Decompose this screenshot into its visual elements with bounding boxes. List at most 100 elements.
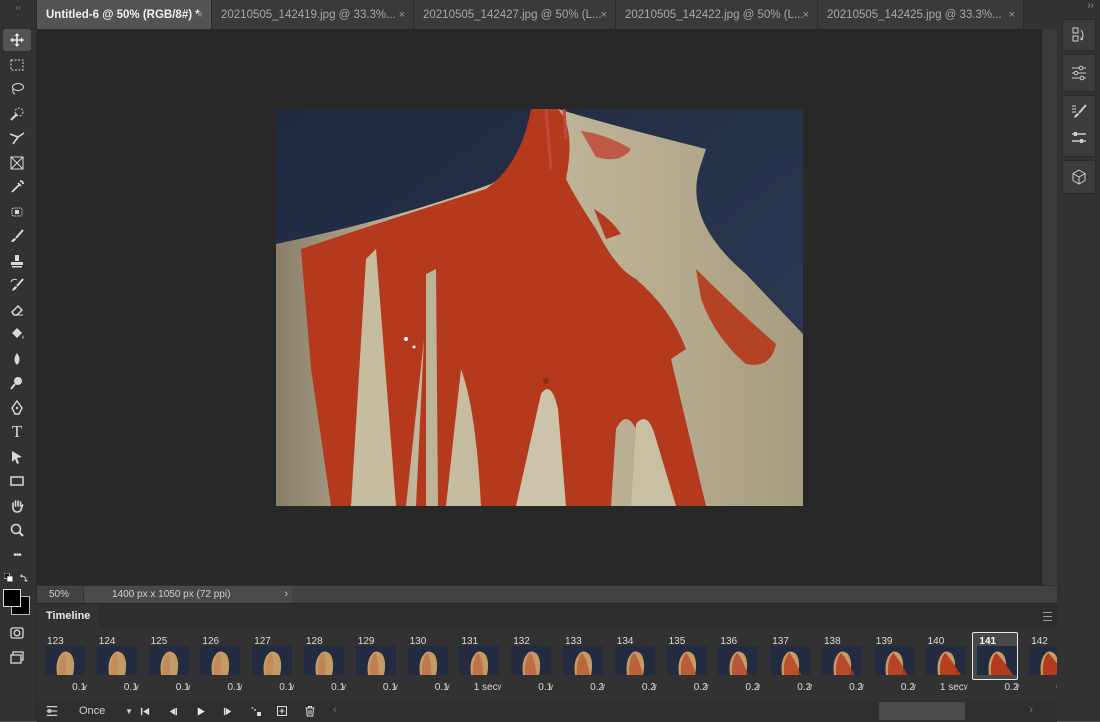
- frame-delay-select[interactable]: 0.2: [662, 682, 708, 693]
- timeline-frame[interactable]: 123 0.1 ∨: [40, 632, 92, 698]
- frame-delay-select[interactable]: 0.2: [1024, 682, 1057, 693]
- edit-toolbar-button[interactable]: •••: [3, 544, 31, 566]
- collapse-toolbar-button[interactable]: ‹‹: [0, 3, 36, 13]
- crop-tool-button[interactable]: [3, 127, 31, 149]
- frame-delay-select[interactable]: 0.2: [713, 682, 759, 693]
- document-image[interactable]: [276, 109, 803, 506]
- loop-options-select[interactable]: Once ▼: [79, 703, 133, 719]
- timeline-tab[interactable]: Timeline: [37, 604, 100, 628]
- swap-colors-icon[interactable]: [19, 573, 29, 583]
- frame-delay-select[interactable]: 0.1: [403, 682, 449, 693]
- close-tab-icon[interactable]: ×: [399, 9, 405, 21]
- foreground-color-swatch[interactable]: [3, 589, 21, 607]
- timeline-frame[interactable]: 138 0.2 ∨: [817, 632, 869, 698]
- frame-delay-select[interactable]: 0.2: [972, 682, 1018, 693]
- timeline-frame[interactable]: 132 0.1 ∨: [506, 632, 558, 698]
- timeline-frame[interactable]: 128 0.1 ∨: [299, 632, 351, 698]
- timeline-frame[interactable]: 127 0.1 ∨: [247, 632, 299, 698]
- default-colors-icon[interactable]: [4, 573, 13, 582]
- previous-frame-button[interactable]: [164, 703, 180, 719]
- timeline-frame[interactable]: 1420.2∨: [1024, 632, 1057, 698]
- first-frame-button[interactable]: [137, 703, 153, 719]
- expand-panels-button[interactable]: ››: [1087, 0, 1094, 11]
- type-tool-button[interactable]: T: [3, 421, 31, 443]
- frame-delay-select[interactable]: 0.1: [351, 682, 397, 693]
- frame-delay-select[interactable]: 0.2: [558, 682, 604, 693]
- frame-delay-select[interactable]: 0.2: [765, 682, 811, 693]
- canvas-vertical-scrollbar[interactable]: [1042, 29, 1057, 585]
- adjustments-panel-button[interactable]: [1063, 61, 1095, 85]
- timeline-frame[interactable]: 131 1 sec. ∨: [454, 632, 506, 698]
- blur-tool-button[interactable]: [3, 348, 31, 370]
- frame-delay-select[interactable]: 0.1: [506, 682, 552, 693]
- timeline-frame[interactable]: 137 0.2 ∨: [765, 632, 817, 698]
- timeline-frame[interactable]: 129 0.1 ∨: [351, 632, 403, 698]
- tween-button[interactable]: [248, 703, 264, 719]
- close-tab-icon[interactable]: ×: [803, 9, 809, 21]
- delete-frame-button[interactable]: [302, 703, 318, 719]
- close-tab-icon[interactable]: ×: [197, 9, 203, 21]
- document-info[interactable]: 1400 px x 1050 px (72 ppi) ›: [83, 586, 292, 604]
- frame-delay-select[interactable]: 0.2: [610, 682, 656, 693]
- brush-tool-button[interactable]: [3, 225, 31, 247]
- zoom-tool-button[interactable]: [3, 519, 31, 541]
- document-tab-142427[interactable]: 20210505_142427.jpg @ 50% (L... ×: [414, 0, 616, 29]
- eraser-tool-button[interactable]: [3, 299, 31, 321]
- timeline-frame[interactable]: 135 0.2 ∨: [662, 632, 714, 698]
- brush-presets-panel-button[interactable]: [1063, 126, 1095, 150]
- play-button[interactable]: [192, 703, 208, 719]
- history-panel-button[interactable]: [1063, 23, 1095, 47]
- brush-settings-panel-button[interactable]: [1063, 100, 1095, 124]
- timeline-frame[interactable]: 134 0.2 ∨: [610, 632, 662, 698]
- duplicate-frame-button[interactable]: [274, 703, 290, 719]
- history-brush-tool-button[interactable]: [3, 274, 31, 296]
- frame-delay-select[interactable]: 1 sec.: [921, 682, 967, 693]
- document-tab-untitled-6[interactable]: Untitled-6 @ 50% (RGB/8#) * ×: [37, 0, 212, 29]
- healing-brush-tool-button[interactable]: [3, 201, 31, 223]
- frame-delay-select[interactable]: 0.1: [195, 682, 241, 693]
- timeline-frame[interactable]: 136 0.2 ∨: [713, 632, 765, 698]
- timeline-frame[interactable]: 125 0.1 ∨: [144, 632, 196, 698]
- timeline-frame[interactable]: 133 0.2 ∨: [558, 632, 610, 698]
- frame-delay-select[interactable]: 0.2: [869, 682, 915, 693]
- move-tool-button[interactable]: [3, 29, 31, 51]
- hand-tool-button[interactable]: [3, 495, 31, 517]
- document-tab-142419[interactable]: 20210505_142419.jpg @ 33.3%... ×: [212, 0, 414, 29]
- frame-delay-select[interactable]: 0.1: [92, 682, 138, 693]
- rectangle-tool-button[interactable]: [3, 470, 31, 492]
- frame-delay-select[interactable]: 0.2: [817, 682, 863, 693]
- frame-delay-select[interactable]: 0.1: [144, 682, 190, 693]
- frame-delay-select[interactable]: 0.1: [299, 682, 345, 693]
- 3d-panel-button[interactable]: [1063, 165, 1095, 189]
- screen-mode-button[interactable]: [3, 647, 31, 669]
- dodge-tool-button[interactable]: [3, 372, 31, 394]
- lasso-tool-button[interactable]: [3, 78, 31, 100]
- close-tab-icon[interactable]: ×: [1009, 9, 1015, 21]
- chevron-left-icon[interactable]: ‹: [333, 704, 337, 716]
- document-tab-142425[interactable]: 20210505_142425.jpg @ 33.3%... ×: [818, 0, 1024, 29]
- eyedropper-tool-button[interactable]: [3, 176, 31, 198]
- next-frame-button[interactable]: [220, 703, 236, 719]
- path-selection-tool-button[interactable]: [3, 446, 31, 468]
- quick-selection-tool-button[interactable]: [3, 103, 31, 125]
- document-tab-142422[interactable]: 20210505_142422.jpg @ 50% (L... ×: [616, 0, 818, 29]
- timeline-frame[interactable]: 126 0.1 ∨: [195, 632, 247, 698]
- panel-menu-icon[interactable]: [1043, 612, 1052, 621]
- timeline-frame[interactable]: 141 0.2 ∨: [972, 632, 1024, 698]
- timeline-frame[interactable]: 130 0.1 ∨: [403, 632, 455, 698]
- chevron-right-icon[interactable]: ›: [1029, 704, 1033, 716]
- frame-tool-button[interactable]: [3, 152, 31, 174]
- zoom-level-field[interactable]: 50%: [49, 589, 69, 600]
- timeline-frame[interactable]: 139 0.2 ∨: [869, 632, 921, 698]
- scrollbar-thumb[interactable]: [879, 702, 965, 720]
- clone-stamp-tool-button[interactable]: [3, 250, 31, 272]
- pen-tool-button[interactable]: [3, 397, 31, 419]
- close-tab-icon[interactable]: ×: [601, 9, 607, 21]
- convert-to-video-timeline-button[interactable]: [43, 703, 61, 719]
- paint-bucket-tool-button[interactable]: [3, 323, 31, 345]
- chevron-right-icon[interactable]: ›: [284, 588, 288, 600]
- timeline-frame[interactable]: 124 0.1 ∨: [92, 632, 144, 698]
- timeline-horizontal-scrollbar[interactable]: ‹ ›: [333, 700, 1039, 722]
- frame-delay-select[interactable]: 0.1: [247, 682, 293, 693]
- frame-delay-select[interactable]: 0.1: [40, 682, 86, 693]
